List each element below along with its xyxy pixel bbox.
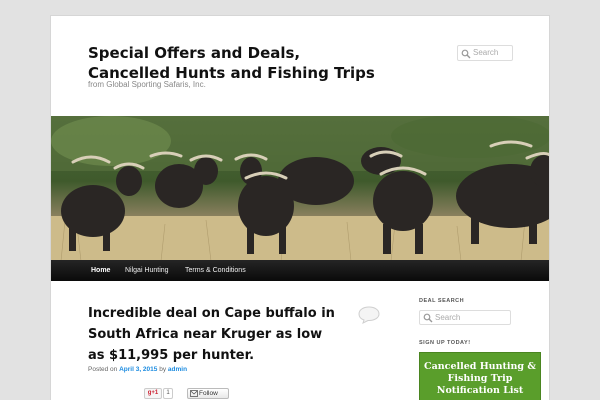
nav-item-nilgai-hunting[interactable]: Nilgai Hunting <box>125 260 169 281</box>
site-title[interactable]: Special Offers and Deals, Cancelled Hunt… <box>88 43 378 83</box>
post-meta: Posted on April 3, 2015 by admin <box>88 366 187 373</box>
nav-item-terms-conditions[interactable]: Terms & Conditions <box>185 260 246 281</box>
posted-on-label: Posted on <box>88 366 118 373</box>
deal-search-placeholder: Search <box>435 313 461 322</box>
nav-item-home[interactable]: Home <box>91 260 110 281</box>
post-title[interactable]: Incredible deal on Cape buffalo in South… <box>88 303 338 366</box>
follow-button[interactable]: Follow <box>187 388 229 399</box>
deal-search-input[interactable]: Search <box>419 310 511 325</box>
header-search-input[interactable]: Search <box>457 45 513 61</box>
signup-banner-text: Cancelled Hunting & Fishing Trip Notific… <box>424 361 536 396</box>
by-label: by <box>159 366 167 373</box>
follow-label: Follow <box>199 390 218 397</box>
search-icon <box>461 49 471 59</box>
signup-title: SIGN UP TODAY! <box>419 340 471 346</box>
gplus-button[interactable]: g+1 <box>144 388 162 399</box>
page-container: Special Offers and Deals, Cancelled Hunt… <box>50 15 550 400</box>
signup-banner[interactable]: Cancelled Hunting & Fishing Trip Notific… <box>419 352 541 400</box>
comment-bubble-icon[interactable] <box>358 306 380 324</box>
header-search-placeholder: Search <box>473 48 499 57</box>
banner-image <box>51 116 549 261</box>
gplus-count: 1 <box>163 388 173 399</box>
post-author-link[interactable]: admin <box>168 366 187 373</box>
site-description: from Global Sporting Safaris, Inc. <box>88 80 206 89</box>
deal-search-title: DEAL SEARCH <box>419 298 465 304</box>
follow-icon <box>190 390 198 397</box>
main-navigation: Home Nilgai Hunting Terms & Conditions <box>51 260 549 281</box>
post-date-link[interactable]: April 3, 2015 <box>119 366 157 373</box>
search-icon <box>423 313 433 323</box>
